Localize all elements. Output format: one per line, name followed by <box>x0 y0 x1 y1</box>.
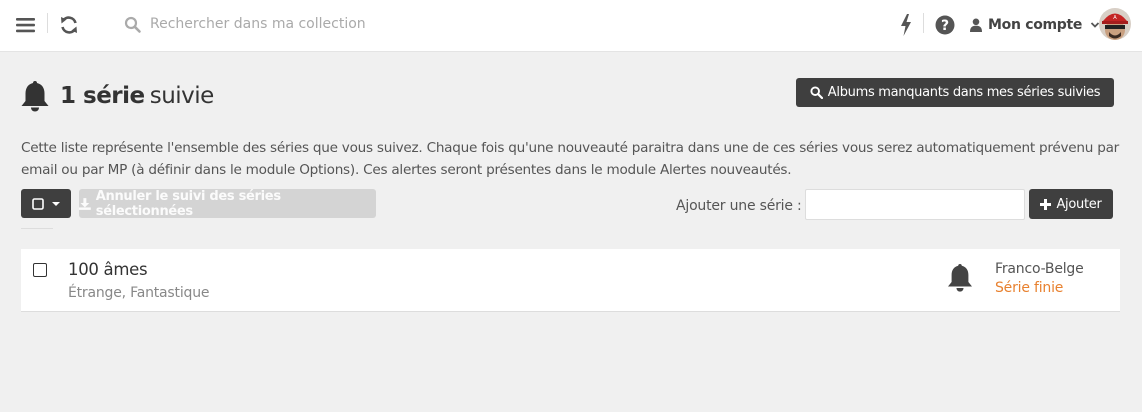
page-title: 1 série suivie <box>20 80 214 112</box>
account-menu[interactable]: Mon compte <box>970 14 1100 36</box>
square-icon <box>32 197 44 210</box>
alerts-button[interactable] <box>891 11 921 39</box>
refresh-icon <box>61 16 77 34</box>
menu-icon <box>16 18 35 33</box>
bell-icon[interactable] <box>947 263 973 293</box>
missing-albums-label: Albums manquants dans mes séries suivies <box>827 85 1101 100</box>
cancel-follow-button[interactable]: Annuler le suivi des séries sélectionnée… <box>79 188 376 219</box>
refresh-button[interactable] <box>54 11 84 39</box>
help-button[interactable]: ? <box>930 11 960 39</box>
series-count: 1 série <box>60 83 145 109</box>
user-icon <box>970 18 982 32</box>
select-all-dropdown[interactable] <box>21 189 71 218</box>
series-status: Série finie <box>995 280 1064 296</box>
account-label: Mon compte <box>988 17 1083 33</box>
download-icon <box>79 197 91 210</box>
svg-text:?: ? <box>941 18 949 34</box>
search-icon <box>124 16 141 33</box>
list-header-stub <box>21 228 53 249</box>
question-icon: ? <box>935 15 955 35</box>
caret-down-icon <box>52 201 60 206</box>
series-count-suffix: suivie <box>149 83 215 109</box>
search-icon <box>810 86 823 99</box>
add-series-button[interactable]: Ajouter <box>1029 189 1113 219</box>
search-input[interactable] <box>150 13 550 35</box>
divider <box>47 13 48 33</box>
add-series-label: Ajouter une série : <box>676 198 802 214</box>
avatar[interactable]: A <box>1099 8 1131 40</box>
svg-text:A: A <box>1113 15 1117 21</box>
divider <box>923 13 924 33</box>
add-series-button-label: Ajouter <box>1056 196 1102 212</box>
series-genres: Étrange, Fantastique <box>68 285 210 301</box>
bell-icon <box>21 81 49 112</box>
list-item[interactable]: 100 âmes Étrange, Fantastique Franco-Bel… <box>21 249 1120 312</box>
series-title[interactable]: 100 âmes <box>68 260 148 279</box>
menu-button[interactable] <box>11 11 41 39</box>
series-checkbox[interactable] <box>33 263 47 277</box>
top-bar: ? Mon compte A <box>0 0 1142 52</box>
bolt-icon <box>901 14 911 36</box>
plus-icon <box>1040 198 1052 210</box>
add-series-input[interactable] <box>805 189 1025 220</box>
cancel-follow-label: Annuler le suivi des séries sélectionnée… <box>95 188 281 219</box>
series-origin: Franco-Belge <box>995 261 1084 277</box>
missing-albums-button[interactable]: Albums manquants dans mes séries suivies <box>796 78 1114 107</box>
avatar-image: A <box>1099 8 1131 40</box>
description: Cette liste représente l'ensemble des sé… <box>21 140 1120 178</box>
